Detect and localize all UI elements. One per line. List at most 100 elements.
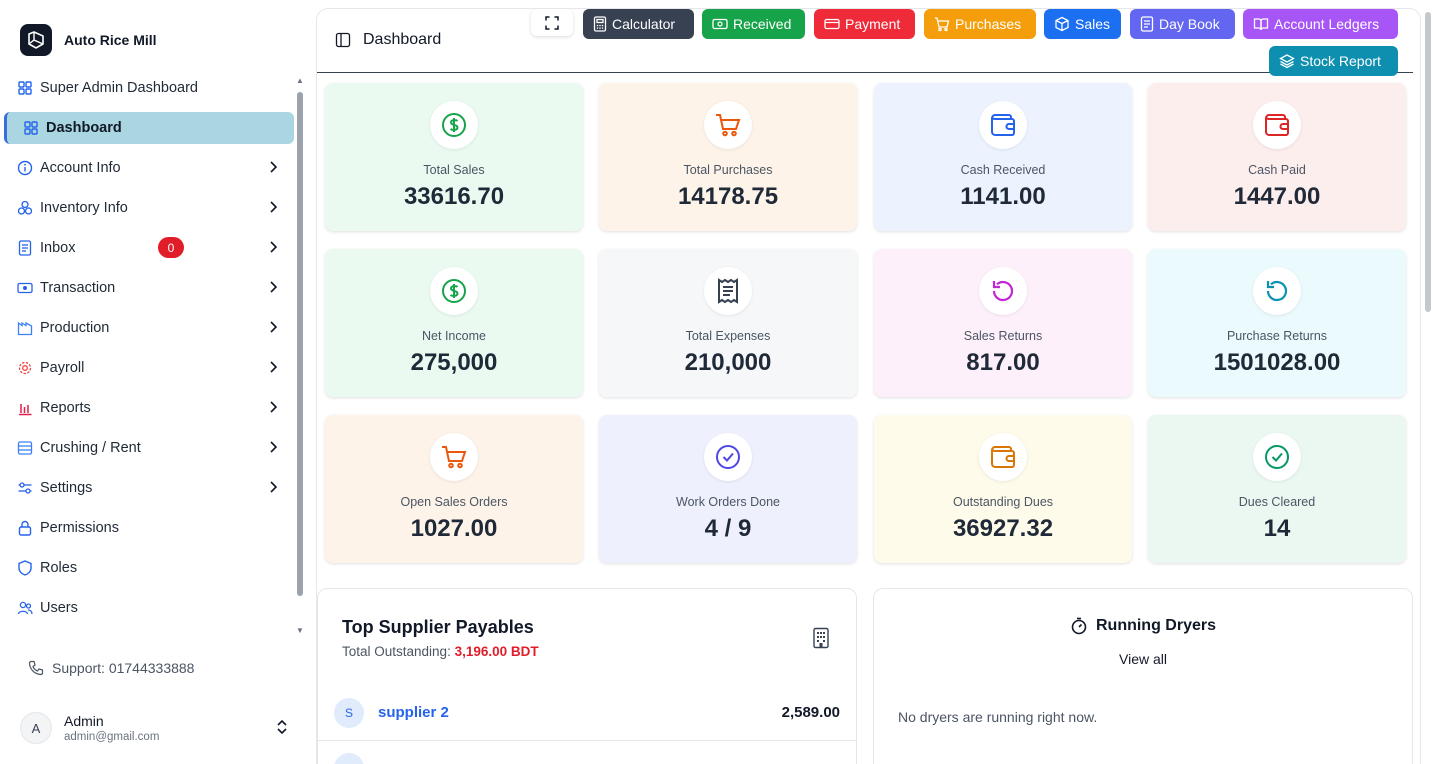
card-open-sales-orders[interactable]: Open Sales Orders 1027.00 bbox=[325, 415, 583, 563]
cart-icon bbox=[430, 433, 478, 481]
sidebar-item-settings[interactable]: Settings bbox=[4, 472, 294, 504]
chevron-right-icon bbox=[270, 361, 278, 373]
sliders-icon bbox=[16, 479, 34, 497]
sidebar-item-reports[interactable]: Reports bbox=[4, 392, 294, 424]
sidebar-nav: Super Admin Dashboard Dashboard Account … bbox=[4, 72, 294, 632]
card-total-expenses[interactable]: Total Expenses 210,000 bbox=[599, 249, 857, 397]
scroll-up-icon[interactable]: ▲ bbox=[295, 76, 305, 86]
sidebar-item-transaction[interactable]: Transaction bbox=[4, 272, 294, 304]
button-label: Purchases bbox=[955, 16, 1022, 32]
card-net-income[interactable]: Net Income 275,000 bbox=[325, 249, 583, 397]
card-label: Dues Cleared bbox=[1238, 495, 1316, 509]
wallet-icon bbox=[1253, 101, 1301, 149]
sidebar-item-users[interactable]: Users bbox=[4, 592, 294, 624]
sidebar-item-label: Permissions bbox=[40, 520, 119, 536]
inbox-count-badge: 0 bbox=[158, 237, 184, 258]
card-total-purchases[interactable]: Total Purchases 14178.75 bbox=[599, 83, 857, 231]
card-label: Purchase Returns bbox=[1226, 329, 1328, 343]
page-scroll-thumb[interactable] bbox=[1425, 12, 1431, 312]
sidebar-item-inbox[interactable]: Inbox 0 bbox=[4, 232, 294, 264]
brand[interactable]: Auto Rice Mill bbox=[20, 24, 157, 56]
button-label: Received bbox=[733, 16, 792, 32]
database-icon bbox=[16, 439, 34, 457]
received-button[interactable]: Received bbox=[702, 9, 805, 39]
total-outstanding-value: 3,196.00 BDT bbox=[454, 644, 539, 659]
day-book-button[interactable]: Day Book bbox=[1130, 9, 1235, 39]
card-work-orders-done[interactable]: Work Orders Done 4 / 9 bbox=[599, 415, 857, 563]
scroll-down-icon[interactable]: ▼ bbox=[295, 626, 305, 636]
bar-chart-icon bbox=[16, 399, 34, 417]
button-label: Payment bbox=[845, 16, 901, 32]
sidebar: Auto Rice Mill Super Admin Dashboard Das… bbox=[0, 0, 308, 764]
button-label: Sales bbox=[1075, 16, 1111, 32]
sidebar-item-label: Inventory Info bbox=[40, 200, 128, 216]
fullscreen-button[interactable] bbox=[531, 9, 573, 36]
card-total-sales[interactable]: Total Sales 33616.70 bbox=[325, 83, 583, 231]
sidebar-item-label: Inbox bbox=[40, 240, 76, 256]
total-outstanding-label: Total Outstanding: bbox=[342, 644, 451, 659]
sidebar-item-label: Super Admin Dashboard bbox=[40, 80, 198, 96]
page-scrollbar[interactable] bbox=[1423, 0, 1433, 764]
stock-report-button[interactable]: Stock Report bbox=[1269, 46, 1398, 76]
calculator-button[interactable]: Calculator bbox=[583, 9, 694, 39]
sidebar-item-inventory-info[interactable]: Inventory Info bbox=[4, 192, 294, 224]
chevrons-up-down-icon[interactable] bbox=[274, 718, 290, 736]
card-label: Outstanding Dues bbox=[952, 495, 1054, 509]
card-outstanding-dues[interactable]: Outstanding Dues 36927.32 bbox=[874, 415, 1132, 563]
view-all-link[interactable]: View all bbox=[874, 651, 1412, 667]
book-icon bbox=[1253, 18, 1269, 31]
card-value: 14178.75 bbox=[677, 183, 779, 210]
chevron-right-icon bbox=[270, 321, 278, 333]
purchases-button[interactable]: Purchases bbox=[924, 9, 1036, 39]
button-label: Day Book bbox=[1159, 16, 1220, 32]
sidebar-toggle-icon[interactable] bbox=[335, 32, 351, 48]
sidebar-item-super-admin-dashboard[interactable]: Super Admin Dashboard bbox=[4, 72, 294, 104]
grid-icon bbox=[22, 119, 40, 137]
card-purchase-returns[interactable]: Purchase Returns 1501028.00 bbox=[1148, 249, 1406, 397]
sidebar-item-account-info[interactable]: Account Info bbox=[4, 152, 294, 184]
card-value: 1447.00 bbox=[1233, 183, 1321, 210]
card-label: Total Expenses bbox=[685, 329, 771, 343]
sidebar-item-label: Settings bbox=[40, 480, 93, 496]
chevron-right-icon bbox=[270, 201, 278, 213]
receipt-icon bbox=[704, 267, 752, 315]
calculator-icon bbox=[593, 16, 607, 32]
sidebar-item-dashboard[interactable]: Dashboard bbox=[4, 112, 294, 144]
lock-icon bbox=[16, 519, 34, 537]
cart-icon bbox=[704, 101, 752, 149]
sidebar-item-permissions[interactable]: Permissions bbox=[4, 512, 294, 544]
grid-icon bbox=[16, 79, 34, 97]
credit-card-icon bbox=[824, 18, 840, 30]
sidebar-item-payroll[interactable]: Payroll bbox=[4, 352, 294, 384]
card-sales-returns[interactable]: Sales Returns 817.00 bbox=[874, 249, 1132, 397]
avatar: A bbox=[20, 712, 52, 744]
info-icon bbox=[16, 159, 34, 177]
supplier-avatar: S bbox=[334, 697, 364, 728]
sidebar-item-roles[interactable]: Roles bbox=[4, 552, 294, 584]
factory-icon bbox=[16, 319, 34, 337]
card-label: Total Sales bbox=[423, 163, 485, 177]
gear-icon bbox=[16, 359, 34, 377]
running-dryers-title: Running Dryers bbox=[1095, 617, 1216, 634]
sidebar-item-crushing-rent[interactable]: Crushing / Rent bbox=[4, 432, 294, 464]
wallet-icon bbox=[979, 433, 1027, 481]
page-title: Dashboard bbox=[335, 31, 441, 49]
card-dues-cleared[interactable]: Dues Cleared 14 bbox=[1148, 415, 1406, 563]
payment-button[interactable]: Payment bbox=[814, 9, 915, 39]
user-menu[interactable]: A Admin admin@gmail.com bbox=[20, 708, 296, 748]
running-dryers-header: Running Dryers bbox=[874, 617, 1412, 635]
sidebar-item-production[interactable]: Production bbox=[4, 312, 294, 344]
support-contact[interactable]: Support: 01744333888 bbox=[28, 660, 194, 676]
account-ledgers-button[interactable]: Account Ledgers bbox=[1243, 9, 1398, 39]
card-value: 1141.00 bbox=[960, 183, 1046, 210]
supplier-name-link[interactable]: supplier 2 bbox=[378, 704, 449, 721]
card-label: Cash Received bbox=[960, 163, 1046, 177]
card-cash-paid[interactable]: Cash Paid 1447.00 bbox=[1148, 83, 1406, 231]
card-cash-received[interactable]: Cash Received 1141.00 bbox=[874, 83, 1132, 231]
button-label: Account Ledgers bbox=[1274, 16, 1380, 32]
sidebar-scrollbar[interactable]: ▲ ▼ bbox=[295, 76, 305, 636]
sidebar-scroll-thumb[interactable] bbox=[297, 92, 303, 596]
supplier-row[interactable]: S supplier 2 2,589.00 bbox=[318, 685, 856, 741]
dollar-icon bbox=[430, 101, 478, 149]
sales-button[interactable]: Sales bbox=[1044, 9, 1121, 39]
